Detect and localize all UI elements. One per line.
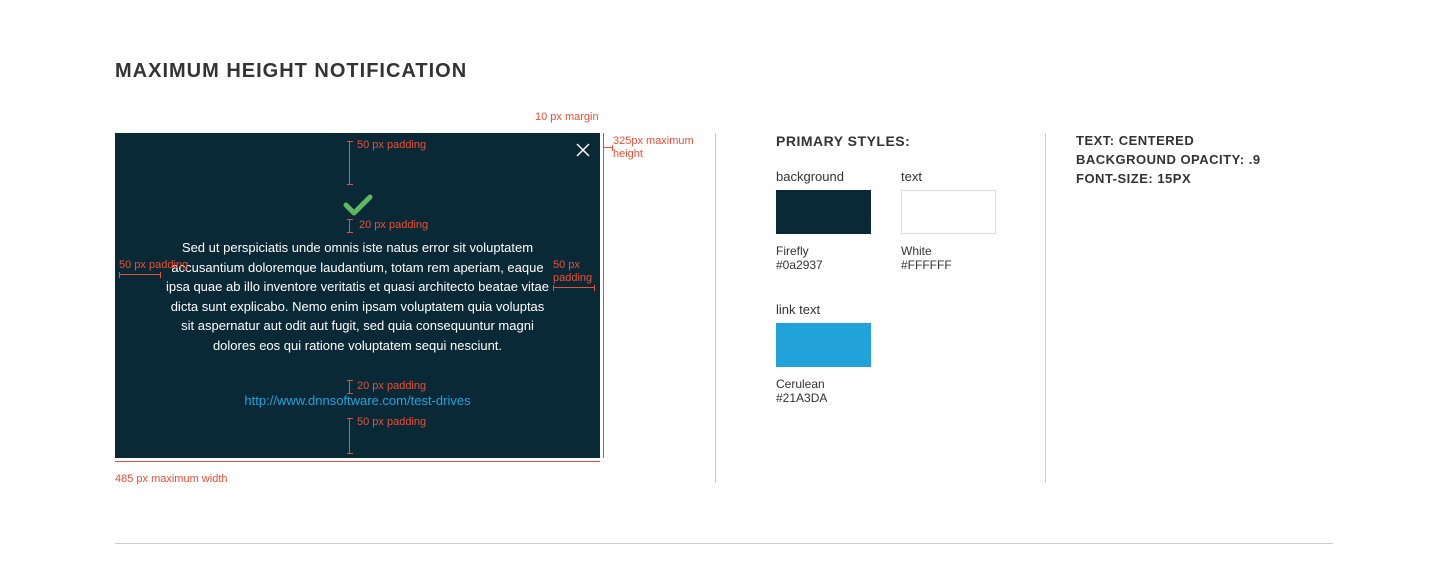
swatch-label: text [901, 169, 996, 184]
annotation-max-height: 325px maximum height [613, 135, 703, 161]
primary-styles-heading: PRIMARY STYLES: [776, 133, 1045, 149]
notification-example-column: 10 px margin Sed ut perspiciatis unde om… [115, 133, 715, 458]
annotation-top-margin: 10 px margin [535, 111, 599, 124]
swatch-hex: #FFFFFF [901, 258, 996, 272]
spec-font-size: FONT-SIZE: 15PX [1076, 171, 1335, 186]
section-divider [115, 543, 1333, 544]
swatch-row-1: background Firefly #0a2937 text White #F… [776, 169, 1045, 272]
content-row: 10 px margin Sed ut perspiciatis unde om… [115, 133, 1333, 483]
specs-column: TEXT: CENTERED BACKGROUND OPACITY: .9 FO… [1045, 133, 1335, 483]
annotation-bottom-rule [115, 461, 600, 462]
primary-styles-column: PRIMARY STYLES: background Firefly #0a29… [715, 133, 1045, 483]
swatch-link: link text Cerulean #21A3DA [776, 302, 871, 405]
swatch-color-white [901, 190, 996, 234]
swatch-text: text White #FFFFFF [901, 169, 996, 272]
swatch-color-cerulean [776, 323, 871, 367]
close-icon[interactable] [576, 143, 590, 157]
annotation-pad-body-link: 20 px padding [357, 380, 426, 393]
spec-bg-opacity: BACKGROUND OPACITY: .9 [1076, 152, 1335, 167]
swatch-row-2: link text Cerulean #21A3DA [776, 302, 1045, 405]
swatch-color-firefly [776, 190, 871, 234]
annotation-pad-right: 50 px padding [553, 259, 600, 288]
spec-text-centered: TEXT: CENTERED [1076, 133, 1335, 148]
swatch-hex: #0a2937 [776, 258, 871, 272]
swatch-name: Firefly [776, 244, 871, 258]
annotation-max-width: 485 px maximum width [115, 473, 228, 486]
swatch-label: link text [776, 302, 871, 317]
checkmark-icon [343, 193, 373, 217]
page-title: MAXIMUM HEIGHT NOTIFICATION [115, 60, 1333, 83]
swatch-name: White [901, 244, 996, 258]
notification-wrap: Sed ut perspiciatis unde omnis iste natu… [115, 133, 600, 458]
annotation-pad-top: 50 px padding [357, 139, 426, 152]
notification-panel: Sed ut perspiciatis unde omnis iste natu… [115, 133, 600, 458]
annotation-pad-left: 50 px padding [119, 259, 188, 275]
notification-body-text: Sed ut perspiciatis unde omnis iste natu… [165, 238, 550, 355]
annotation-right-rule [603, 133, 604, 458]
annotation-pad-bottom: 50 px padding [357, 416, 426, 429]
swatch-hex: #21A3DA [776, 391, 871, 405]
swatch-name: Cerulean [776, 377, 871, 391]
annotation-pad-icon-body: 20 px padding [357, 219, 428, 232]
swatch-label: background [776, 169, 871, 184]
notification-link[interactable]: http://www.dnnsoftware.com/test-drives [165, 393, 550, 408]
swatch-background: background Firefly #0a2937 [776, 169, 871, 272]
